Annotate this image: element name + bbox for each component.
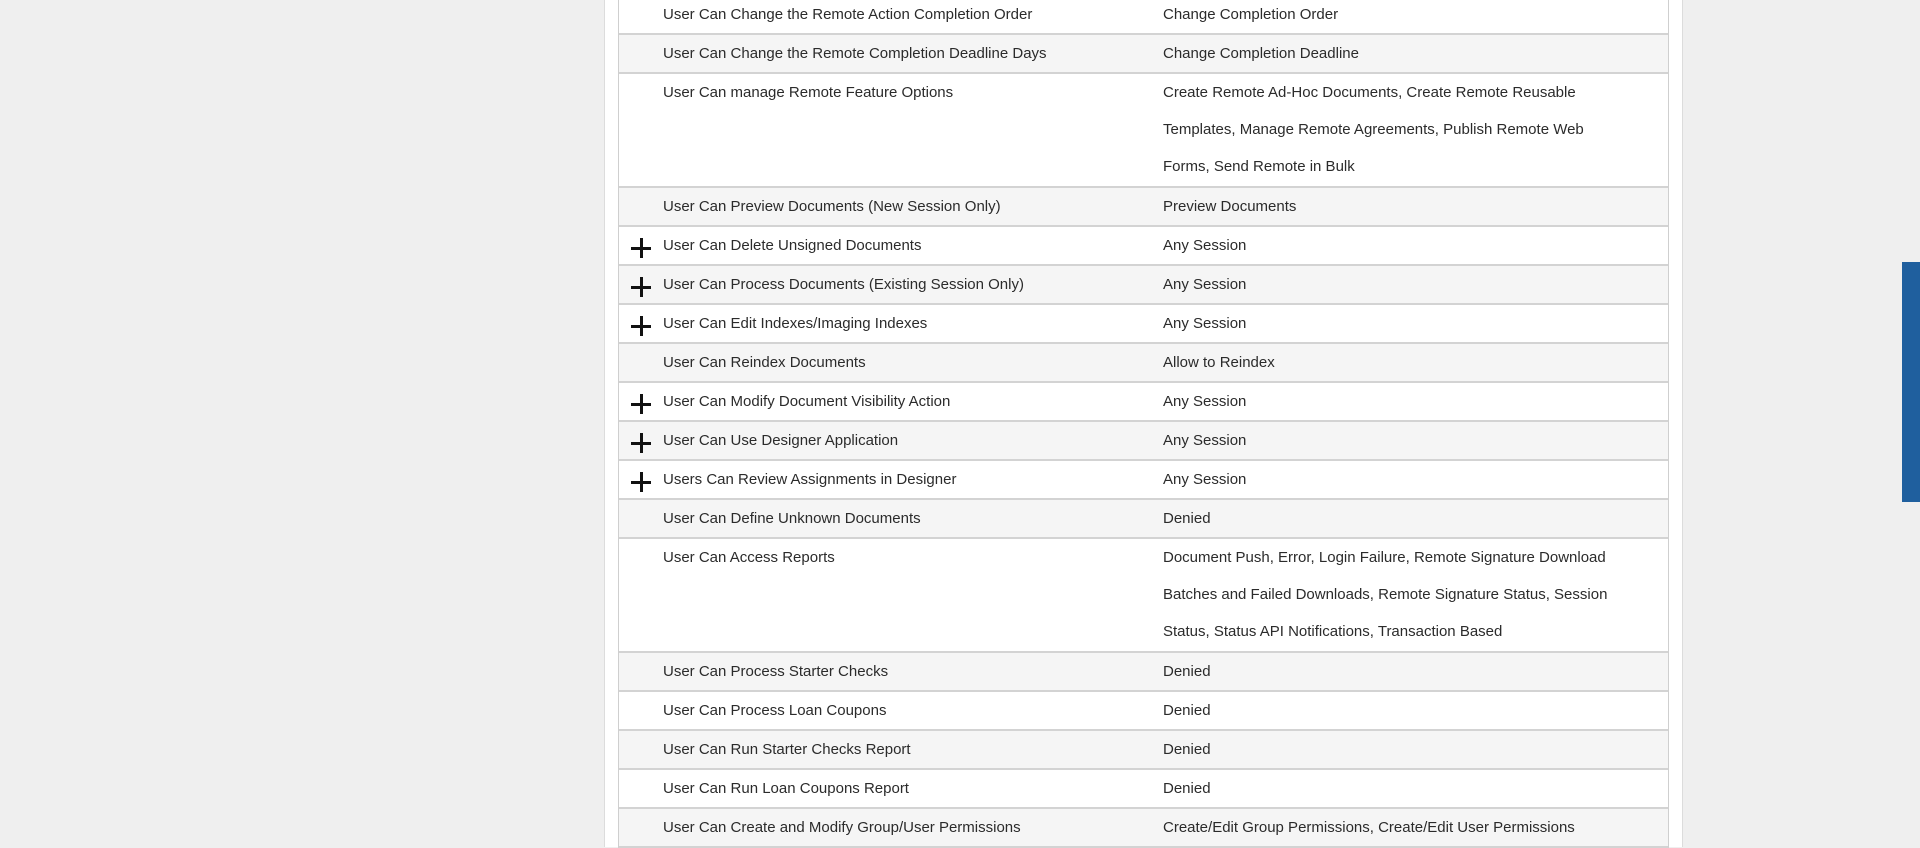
permission-value: Any Session <box>1163 315 1247 332</box>
permission-name: User Can Process Starter Checks <box>663 663 889 680</box>
row-icon-cell <box>619 383 663 420</box>
permission-value: Denied <box>1163 741 1211 758</box>
row-icon-cell <box>619 731 663 768</box>
row-icon-cell <box>619 35 663 72</box>
permission-row: User Can Run Starter Checks Report Denied <box>619 731 1668 770</box>
permission-row: User Can Preview Documents (New Session … <box>619 188 1668 227</box>
permission-value: Any Session <box>1163 471 1247 488</box>
row-icon-cell <box>619 653 663 690</box>
permission-value: Document Push, Error, Login Failure, Rem… <box>1163 549 1608 640</box>
permission-name: User Can Change the Remote Completion De… <box>663 45 1047 62</box>
permission-name: User Can Reindex Documents <box>663 354 866 371</box>
permission-value: Denied <box>1163 780 1211 797</box>
permission-name: User Can Define Unknown Documents <box>663 510 921 527</box>
permission-value: Change Completion Order <box>1163 6 1339 23</box>
row-icon-cell <box>619 344 663 381</box>
expand-plus-icon[interactable] <box>631 472 651 492</box>
permission-row: User Can Process Loan Coupons Denied <box>619 692 1668 731</box>
row-icon-cell <box>619 266 663 303</box>
permission-name: User Can Access Reports <box>663 549 835 566</box>
row-icon-cell <box>619 227 663 264</box>
expand-plus-icon[interactable] <box>631 238 651 258</box>
row-icon-cell <box>619 422 663 459</box>
scrollbar-thumb[interactable] <box>1902 262 1920 502</box>
permission-value: Any Session <box>1163 276 1247 293</box>
permission-name: User Can Use Designer Application <box>663 432 899 449</box>
permission-name: User Can Run Loan Coupons Report <box>663 780 909 797</box>
permission-row[interactable]: User Can Use Designer Application Any Ses… <box>619 422 1668 461</box>
permission-row[interactable]: Users Can Review Assignments in Designer… <box>619 461 1668 500</box>
row-icon-cell <box>619 809 663 846</box>
permission-name: User Can Process Documents (Existing Ses… <box>663 276 1024 293</box>
permission-value: Denied <box>1163 663 1211 680</box>
permission-name: Users Can Review Assignments in Designer <box>663 471 957 488</box>
expand-plus-icon[interactable] <box>631 316 651 336</box>
row-icon-cell <box>619 188 663 225</box>
permission-row[interactable]: User Can Modify Document Visibility Acti… <box>619 383 1668 422</box>
row-icon-cell <box>619 770 663 807</box>
permission-name: User Can Create and Modify Group/User Pe… <box>663 819 1021 836</box>
row-icon-cell <box>619 0 663 33</box>
permission-row: User Can Access Reports Document Push, Er… <box>619 539 1668 653</box>
permission-value: Create Remote Ad-Hoc Documents, Create R… <box>1163 84 1584 175</box>
row-icon-cell <box>619 74 663 186</box>
permission-value: Preview Documents <box>1163 198 1297 215</box>
permission-value: Any Session <box>1163 237 1247 254</box>
permission-row[interactable]: User Can Edit Indexes/Imaging Indexes Any… <box>619 305 1668 344</box>
row-icon-cell <box>619 539 663 651</box>
permissions-table: User Can Change the Remote Action Comple… <box>618 0 1669 848</box>
expand-plus-icon[interactable] <box>631 277 651 297</box>
permission-row: User Can Change the Remote Action Comple… <box>619 0 1668 35</box>
permission-row: User Can Create and Modify Group/User Pe… <box>619 809 1668 848</box>
permission-row: User Can manage Remote Feature Options Cr… <box>619 74 1668 188</box>
row-icon-cell <box>619 461 663 498</box>
permission-value: Any Session <box>1163 393 1247 410</box>
permission-name: User Can Preview Documents (New Session … <box>663 198 1001 215</box>
row-icon-cell <box>619 305 663 342</box>
row-icon-cell <box>619 692 663 729</box>
permission-row: User Can Reindex Documents Allow to Reind… <box>619 344 1668 383</box>
permission-name: User Can Process Loan Coupons <box>663 702 887 719</box>
row-icon-cell <box>619 500 663 537</box>
permission-value: Create/Edit Group Permissions, Create/Ed… <box>1163 819 1575 836</box>
permission-name: User Can Run Starter Checks Report <box>663 741 911 758</box>
permission-row[interactable]: User Can Delete Unsigned Documents Any Se… <box>619 227 1668 266</box>
permission-row: User Can Process Starter Checks Denied <box>619 653 1668 692</box>
permission-row[interactable]: User Can Process Documents (Existing Ses… <box>619 266 1668 305</box>
permission-value: Any Session <box>1163 432 1247 449</box>
expand-plus-icon[interactable] <box>631 433 651 453</box>
permission-name: User Can Delete Unsigned Documents <box>663 237 922 254</box>
permission-value: Allow to Reindex <box>1163 354 1275 371</box>
permission-value: Denied <box>1163 702 1211 719</box>
permission-name: User Can Change the Remote Action Comple… <box>663 6 1033 23</box>
permission-name: User Can Edit Indexes/Imaging Indexes <box>663 315 928 332</box>
permission-name: User Can manage Remote Feature Options <box>663 84 954 101</box>
expand-plus-icon[interactable] <box>631 394 651 414</box>
permission-row: User Can Run Loan Coupons Report Denied <box>619 770 1668 809</box>
permission-name: User Can Modify Document Visibility Acti… <box>663 393 951 410</box>
